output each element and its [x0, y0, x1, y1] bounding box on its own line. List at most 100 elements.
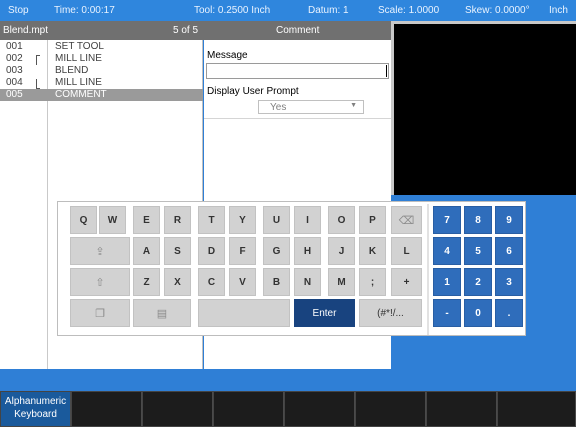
step-number: 005 [6, 89, 23, 100]
key-q[interactable]: Q [70, 206, 97, 234]
key-s[interactable]: S [164, 237, 191, 265]
list-item[interactable]: 002 MILL LINE [0, 53, 203, 65]
symbols-key[interactable]: (#*!/... [359, 299, 422, 327]
paste-key[interactable]: ▤ [133, 299, 191, 327]
key-semicolon[interactable]: ; [359, 268, 386, 296]
key-0[interactable]: 0 [464, 299, 492, 327]
run-mode: Stop [8, 5, 29, 16]
program-filename: Blend.mpt [3, 25, 49, 36]
softkey-2[interactable] [72, 392, 142, 426]
key-d[interactable]: D [198, 237, 225, 265]
softkey-bar: Alphanumeric Keyboard [0, 391, 576, 427]
key-m[interactable]: M [328, 268, 355, 296]
key-2[interactable]: 2 [464, 268, 492, 296]
form-divider [204, 118, 391, 119]
message-label: Message [207, 50, 248, 61]
key-k[interactable]: K [359, 237, 386, 265]
key-1[interactable]: 1 [433, 268, 461, 296]
message-input[interactable] [206, 63, 389, 79]
key-y[interactable]: Y [229, 206, 256, 234]
key-f[interactable]: F [229, 237, 256, 265]
softkey-7[interactable] [427, 392, 497, 426]
skew-readout: Skew: 0.0000° [465, 5, 530, 16]
key-l[interactable]: L [391, 237, 422, 265]
copy-icon: ❐ [95, 307, 105, 320]
paste-icon: ▤ [156, 307, 168, 320]
key-e[interactable]: E [133, 206, 160, 234]
units-readout: Inch [549, 5, 568, 16]
key-9[interactable]: 9 [495, 206, 523, 234]
softkey-label-line1: Alphanumeric [4, 396, 67, 407]
list-item-selected[interactable]: 005 COMMENT [0, 89, 203, 101]
key-plus[interactable]: + [391, 268, 422, 296]
key-v[interactable]: V [229, 268, 256, 296]
step-type-title: Comment [276, 25, 320, 36]
elapsed-time: Time: 0:00:17 [54, 5, 115, 16]
shift-key[interactable]: ⇧ [70, 268, 130, 296]
step-command: MILL LINE [55, 77, 102, 88]
step-number: 001 [6, 41, 23, 52]
display-prompt-select[interactable]: Yes ▼ [258, 100, 364, 114]
softkey-label-line2: Keyboard [14, 409, 57, 420]
key-5[interactable]: 5 [464, 237, 492, 265]
status-bar: Stop Time: 0:00:17 Tool: 0.2500 Inch Dat… [0, 0, 576, 21]
key-minus[interactable]: - [433, 299, 461, 327]
key-g[interactable]: G [263, 237, 290, 265]
softkey-3[interactable] [143, 392, 213, 426]
key-t[interactable]: T [198, 206, 225, 234]
space-key[interactable] [198, 299, 290, 327]
key-x[interactable]: X [164, 268, 191, 296]
tool-readout: Tool: 0.2500 Inch [194, 5, 271, 16]
key-7[interactable]: 7 [433, 206, 461, 234]
step-command: COMMENT [55, 89, 107, 100]
softkey-6[interactable] [356, 392, 426, 426]
step-number: 004 [6, 77, 23, 88]
numeric-keypad: 7 8 9 4 5 6 1 2 3 - 0 . [429, 202, 527, 337]
key-4[interactable]: 4 [433, 237, 461, 265]
key-u[interactable]: U [263, 206, 290, 234]
key-b[interactable]: B [263, 268, 290, 296]
caps-lock-icon: ⇪ [95, 245, 105, 258]
key-o[interactable]: O [328, 206, 355, 234]
prompt-value: Yes [270, 102, 287, 113]
key-r[interactable]: R [164, 206, 191, 234]
key-6[interactable]: 6 [495, 237, 523, 265]
key-c[interactable]: C [198, 268, 225, 296]
key-j[interactable]: J [328, 237, 355, 265]
step-position: 5 of 5 [173, 25, 199, 36]
key-p[interactable]: P [359, 206, 386, 234]
softkey-8[interactable] [498, 392, 576, 426]
list-item[interactable]: 001 SET TOOL [0, 41, 203, 53]
step-number: 002 [6, 53, 23, 64]
chevron-down-icon: ▼ [350, 102, 357, 109]
graphics-preview [391, 21, 576, 195]
softkey-4[interactable] [214, 392, 284, 426]
key-a[interactable]: A [133, 237, 160, 265]
key-z[interactable]: Z [133, 268, 160, 296]
alphanumeric-keyboard: Q W E R T Y U I O P ⌫ ⇪ A S D F G H J K … [57, 201, 526, 336]
key-3[interactable]: 3 [495, 268, 523, 296]
key-i[interactable]: I [294, 206, 321, 234]
key-decimal[interactable]: . [495, 299, 523, 327]
backspace-key[interactable]: ⌫ [391, 206, 422, 234]
key-n[interactable]: N [294, 268, 321, 296]
program-title-bar: Blend.mpt 5 of 5 Comment [0, 21, 391, 40]
alpha-keys: Q W E R T Y U I O P ⌫ ⇪ A S D F G H J K … [58, 202, 427, 337]
softkey-alphanumeric-keyboard[interactable]: Alphanumeric Keyboard [1, 392, 71, 426]
key-8[interactable]: 8 [464, 206, 492, 234]
list-item[interactable]: 004 MILL LINE [0, 77, 203, 89]
enter-key[interactable]: Enter [294, 299, 355, 327]
caps-lock-key[interactable]: ⇪ [70, 237, 130, 265]
backspace-icon: ⌫ [398, 214, 415, 227]
list-item[interactable]: 003 BLEND [0, 65, 203, 77]
step-command: SET TOOL [55, 41, 104, 52]
key-h[interactable]: H [294, 237, 321, 265]
scale-readout: Scale: 1.0000 [378, 5, 440, 16]
copy-key[interactable]: ❐ [70, 299, 130, 327]
step-number: 003 [6, 65, 23, 76]
step-command: BLEND [55, 65, 89, 76]
prompt-label: Display User Prompt [207, 86, 299, 97]
shift-icon: ⇧ [95, 276, 105, 289]
key-w[interactable]: W [99, 206, 126, 234]
softkey-5[interactable] [285, 392, 355, 426]
